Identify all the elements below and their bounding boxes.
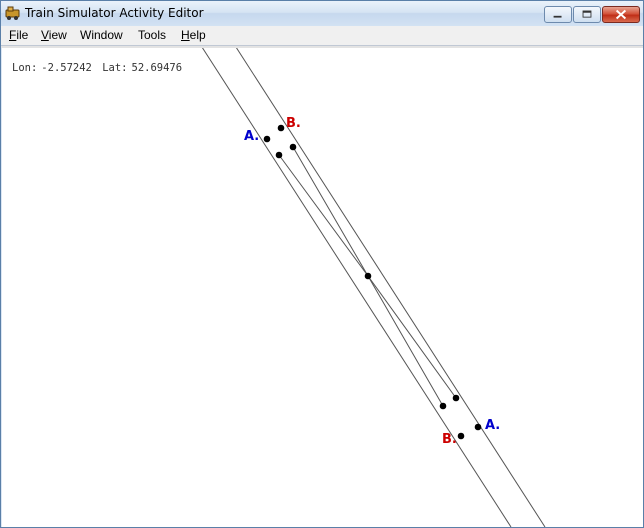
menu-view-accel: V — [41, 28, 49, 42]
close-icon — [615, 9, 627, 20]
close-button[interactable] — [602, 6, 640, 23]
track-line — [201, 48, 512, 527]
menu-help-accel: H — [181, 28, 190, 42]
track-node[interactable] — [457, 432, 465, 440]
train-editor-app-icon — [5, 6, 20, 20]
marker-a-bottom: A. — [485, 418, 500, 433]
menu-bar: File View Window Tools Help — [1, 26, 643, 46]
track-line — [235, 48, 546, 527]
app-window: Train Simulator Activity Editor File Vie… — [0, 0, 644, 528]
map-canvas[interactable]: A. B. A. B. Lon: -2.57242 Lat: 52.69476 — [2, 48, 643, 527]
track-node[interactable] — [277, 124, 285, 132]
marker-a-top: A. — [244, 129, 259, 144]
lon-label: Lon: — [12, 62, 38, 74]
window-title: Train Simulator Activity Editor — [25, 6, 204, 20]
minimize-button[interactable] — [544, 6, 572, 23]
track-node[interactable] — [452, 394, 460, 402]
lat-value: 52.69476 — [131, 62, 183, 74]
marker-b-top: B. — [286, 116, 301, 131]
coordinate-readout: Lon: -2.57242 Lat: 52.69476 — [12, 62, 182, 74]
track-node[interactable] — [263, 135, 271, 143]
minimize-icon — [553, 15, 562, 18]
track-node[interactable] — [275, 151, 283, 159]
track-node[interactable] — [439, 402, 447, 410]
menu-help[interactable]: Help — [181, 28, 206, 42]
track-node[interactable] — [289, 143, 297, 151]
menu-window[interactable]: Window — [80, 28, 123, 42]
menu-help-label: elp — [189, 28, 206, 42]
track-node[interactable] — [364, 272, 372, 280]
menu-view[interactable]: View — [41, 28, 67, 42]
lon-value: -2.57242 — [41, 62, 92, 74]
marker-b-bottom: B. — [442, 432, 457, 447]
maximize-icon — [582, 10, 592, 18]
track-lines — [201, 48, 546, 527]
track-node[interactable] — [474, 423, 482, 431]
menu-tools[interactable]: Tools — [138, 28, 166, 42]
menu-window-label: Window — [80, 28, 123, 42]
title-bar[interactable]: Train Simulator Activity Editor — [1, 1, 643, 26]
menu-file[interactable]: File — [9, 28, 28, 42]
track-map[interactable]: A. B. A. B. — [2, 48, 643, 527]
lat-label: Lat: — [102, 62, 128, 74]
menu-file-label: ile — [16, 28, 29, 42]
menu-tools-label: Tools — [138, 28, 167, 42]
maximize-button[interactable] — [573, 6, 601, 23]
menu-view-label: iew — [48, 28, 67, 42]
